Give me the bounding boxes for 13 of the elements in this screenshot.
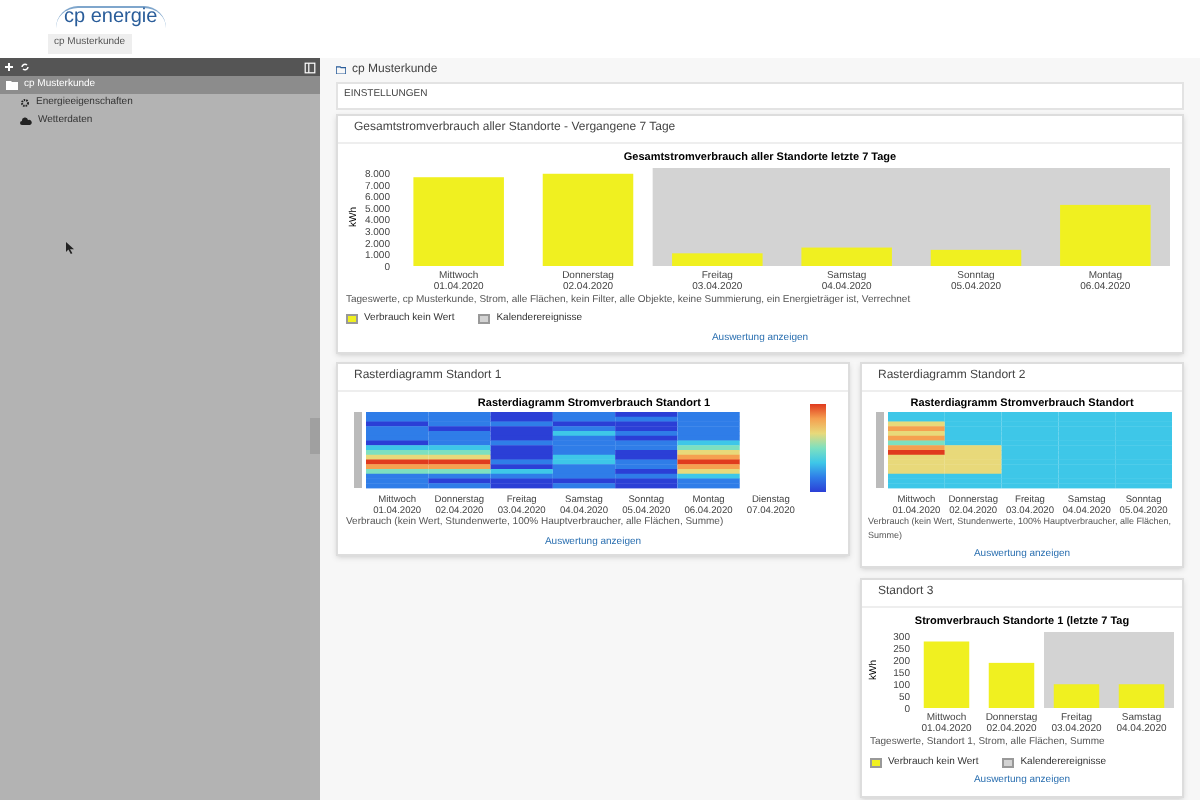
hour-axis-drawing [354,412,362,488]
gear-icon [20,98,30,108]
cloud-icon [20,116,32,126]
folder-icon [336,66,346,74]
mouse-cursor-icon [66,242,74,254]
logo: cp energie [56,6,166,28]
hour-axis-drawing [876,412,884,488]
folder-icon [6,80,18,90]
collapse-handle[interactable] [310,418,320,454]
refresh-icon[interactable] [20,62,30,72]
plus-icon[interactable] [4,62,14,72]
layout-icon[interactable] [304,61,316,73]
color-scale-drawing [810,404,826,492]
